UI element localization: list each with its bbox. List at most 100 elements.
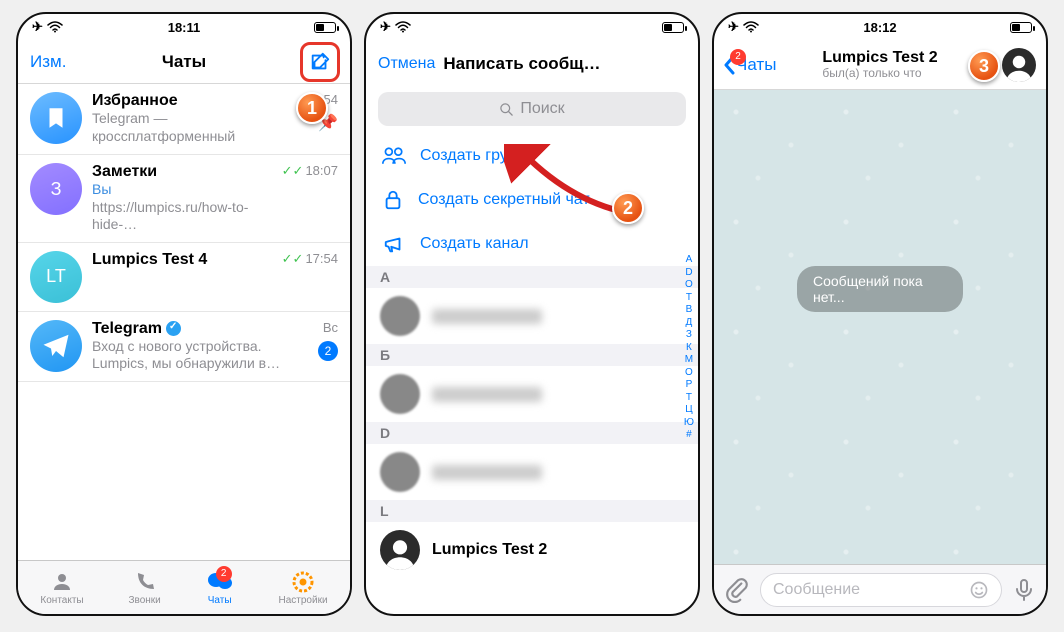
contact-name-blurred xyxy=(432,465,542,480)
back-badge: 2 xyxy=(730,49,746,65)
chat-preview: Вход с нового устройства. Lumpics, мы об… xyxy=(92,338,284,373)
section-header: L xyxy=(366,500,698,522)
airplane-icon: ✈ xyxy=(32,19,43,35)
person-icon xyxy=(1004,52,1034,82)
contact-row[interactable] xyxy=(366,288,698,344)
sticker-icon[interactable] xyxy=(969,580,989,600)
chat-list[interactable]: Избранное Telegram — кроссплатформенный … xyxy=(18,84,350,560)
nav-title: Чаты xyxy=(162,52,206,72)
index-letter[interactable]: # xyxy=(686,429,692,442)
input-placeholder: Сообщение xyxy=(773,581,860,599)
avatar-saved xyxy=(30,92,82,144)
action-label: Создать канал xyxy=(420,235,529,253)
nav-title: Написать сообщ… xyxy=(443,54,686,74)
tab-contacts[interactable]: Контакты xyxy=(40,570,83,606)
index-letter[interactable]: А xyxy=(686,254,693,267)
read-checks-icon: ✓✓ xyxy=(282,163,304,178)
create-channel-button[interactable]: Создать канал xyxy=(366,222,698,266)
chat-name: Telegram xyxy=(92,320,162,338)
message-input[interactable]: Сообщение xyxy=(760,573,1002,607)
input-bar: Сообщение xyxy=(714,564,1046,614)
index-letter[interactable]: Р xyxy=(686,379,693,392)
compose-icon xyxy=(309,51,331,73)
battery-icon xyxy=(662,22,684,33)
chat-name: Lumpics Test 4 xyxy=(92,251,272,269)
section-index[interactable]: АDОТВДЗКМОРТЦЮ# xyxy=(684,254,694,442)
status-bar: ✈ 18:11 xyxy=(18,14,350,40)
search-placeholder: Поиск xyxy=(520,100,564,118)
back-button[interactable]: 2 Чаты xyxy=(722,55,776,75)
contact-name: Lumpics Test 2 xyxy=(432,541,547,559)
tab-calls[interactable]: Звонки xyxy=(128,570,160,606)
contact-name-blurred xyxy=(432,387,542,402)
index-letter[interactable]: О xyxy=(685,367,693,380)
battery-icon xyxy=(1010,22,1032,33)
chat-row[interactable]: LT Lumpics Test 4 ✓✓17:54 xyxy=(18,243,350,312)
status-bar: ✈ xyxy=(366,14,698,40)
chat-preview: https://lumpics.ru/how-to-hide-… xyxy=(92,199,272,234)
sender-label: Вы xyxy=(92,181,111,197)
compose-button[interactable] xyxy=(300,42,340,82)
index-letter[interactable]: О xyxy=(685,279,693,292)
tab-label: Настройки xyxy=(279,595,328,606)
action-label: Создать группу xyxy=(420,147,533,165)
status-time: 18:12 xyxy=(863,20,896,35)
tab-chats[interactable]: 2 Чаты xyxy=(206,570,234,606)
phone-chats-list: ✈ 18:11 Изм. Чаты 1 Избранное Telegram xyxy=(16,12,352,616)
chat-title[interactable]: Lumpics Test 2 xyxy=(822,49,937,67)
wifi-icon xyxy=(395,21,411,33)
index-letter[interactable]: Т xyxy=(686,392,692,405)
empty-chat-label: Сообщений пока нет... xyxy=(797,266,963,312)
lock-icon xyxy=(382,189,404,211)
index-letter[interactable]: М xyxy=(685,354,693,367)
attach-icon[interactable] xyxy=(724,577,750,603)
create-secret-chat-button[interactable]: Создать секретный чат xyxy=(366,178,698,222)
avatar-blurred xyxy=(380,296,420,336)
create-group-button[interactable]: Создать группу xyxy=(366,134,698,178)
tab-settings[interactable]: Настройки xyxy=(279,570,328,606)
status-bar: ✈ 18:12 xyxy=(714,14,1046,40)
tab-label: Контакты xyxy=(40,595,83,606)
index-letter[interactable]: В xyxy=(686,304,693,317)
contact-row[interactable] xyxy=(366,444,698,500)
chat-row[interactable]: З Заметки Вы https://lumpics.ru/how-to-h… xyxy=(18,155,350,243)
index-letter[interactable]: К xyxy=(686,342,692,355)
contact-row[interactable] xyxy=(366,366,698,422)
avatar xyxy=(380,530,420,570)
tab-badge: 2 xyxy=(216,566,232,582)
index-letter[interactable]: Т xyxy=(686,292,692,305)
mic-icon[interactable] xyxy=(1012,577,1036,603)
search-icon xyxy=(499,102,514,117)
index-letter[interactable]: D xyxy=(685,267,692,280)
tab-label: Чаты xyxy=(208,595,232,606)
chat-name: Избранное xyxy=(92,92,284,110)
search-input[interactable]: Поиск xyxy=(378,92,686,126)
index-letter[interactable]: З xyxy=(686,329,692,342)
chat-background: Сообщений пока нет... xyxy=(714,90,1046,564)
chat-avatar[interactable] xyxy=(1002,48,1036,82)
avatar: LT xyxy=(30,251,82,303)
verified-icon xyxy=(166,321,181,336)
nav-bar: Отмена Написать сообщ… xyxy=(366,40,698,88)
index-letter[interactable]: Ц xyxy=(685,404,692,417)
bookmark-icon xyxy=(43,105,69,131)
section-header: Б xyxy=(366,344,698,366)
contact-row[interactable]: Lumpics Test 2 xyxy=(366,522,698,578)
cancel-button[interactable]: Отмена xyxy=(378,55,435,73)
chat-name: Заметки xyxy=(92,163,272,181)
edit-button[interactable]: Изм. xyxy=(30,52,66,72)
contacts-icon xyxy=(50,570,74,594)
chat-time: Вс xyxy=(323,320,338,335)
wifi-icon xyxy=(47,21,63,33)
index-letter[interactable]: Ю xyxy=(684,417,694,430)
section-header: А xyxy=(366,266,698,288)
nav-bar: Изм. Чаты xyxy=(18,40,350,84)
chat-row[interactable]: Telegram Вход с нового устройства. Lumpi… xyxy=(18,312,350,382)
airplane-icon: ✈ xyxy=(728,19,739,35)
section-header: D xyxy=(366,422,698,444)
chat-time: 18:07 xyxy=(305,163,338,178)
wifi-icon xyxy=(743,21,759,33)
person-icon xyxy=(383,536,417,570)
phone-icon xyxy=(133,570,157,594)
index-letter[interactable]: Д xyxy=(686,317,693,330)
